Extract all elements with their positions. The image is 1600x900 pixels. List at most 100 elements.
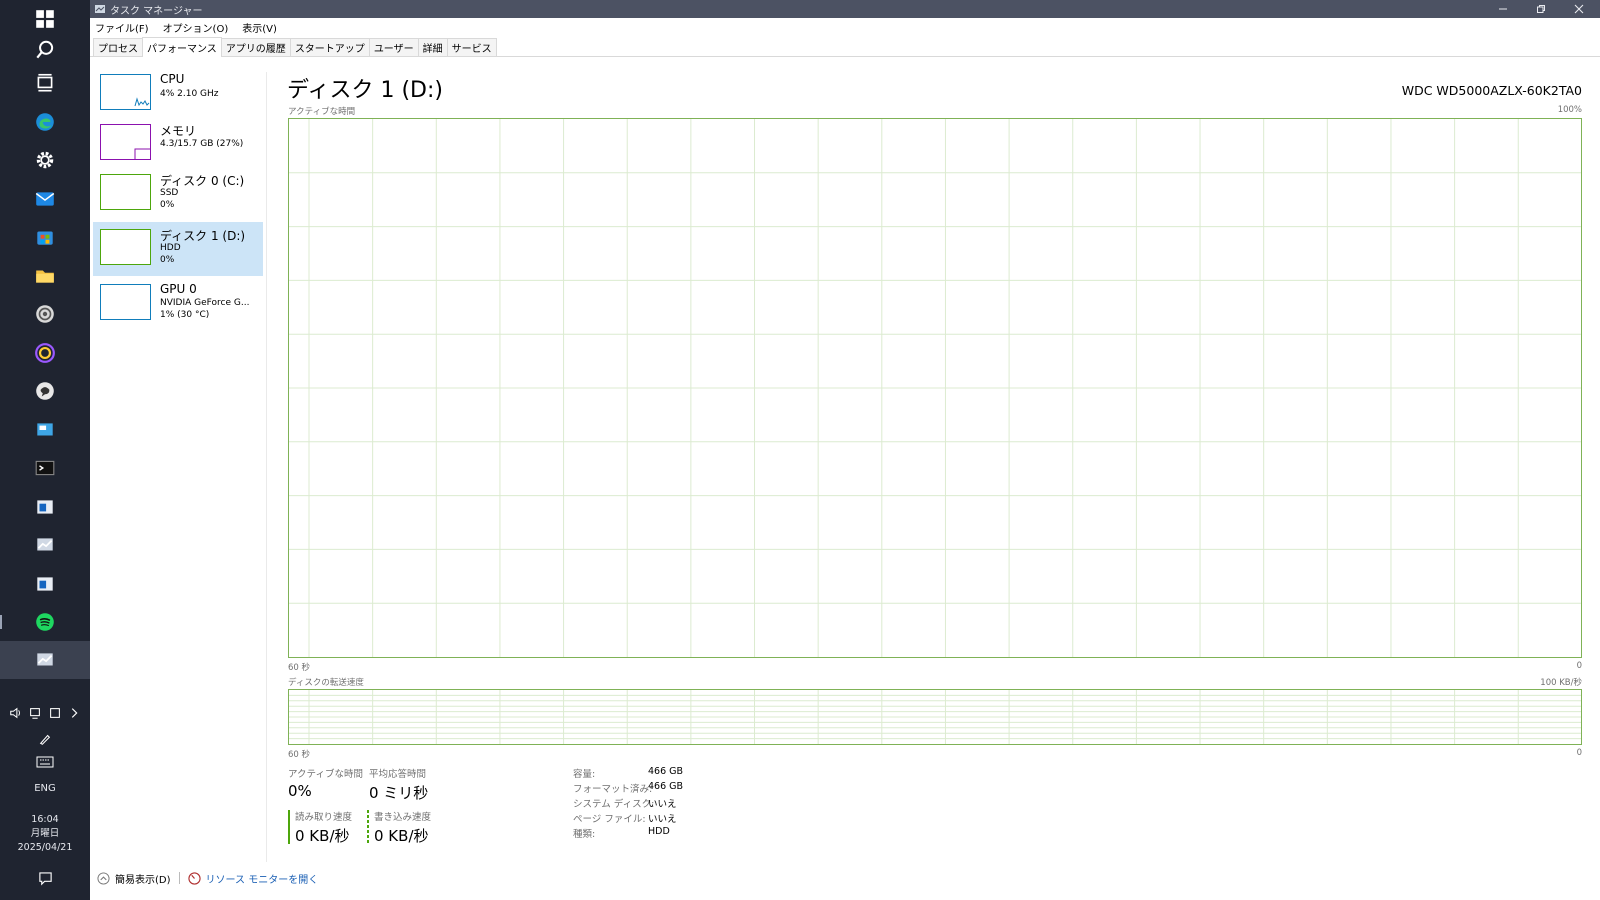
device-model: WDC WD5000AZLX-60K2TA0 <box>1401 83 1582 98</box>
input-language-indicator[interactable]: ENG <box>0 780 90 796</box>
side-item-type: HDD <box>160 243 181 253</box>
clock-time: 16:04 <box>31 814 59 825</box>
side-item-cpu[interactable]: CPU 4% 2.10 GHz <box>93 67 263 121</box>
info-formatted-value: 466 GB <box>648 781 684 792</box>
edge-browser-icon[interactable] <box>0 103 90 141</box>
microsoft-store-icon[interactable] <box>0 218 90 256</box>
menu-bar: ファイル(F) オプション(O) 表示(V) <box>90 18 1600 36</box>
tab-users[interactable]: ユーザー <box>368 38 419 56</box>
graph2-max-label: 100 KB/秒 <box>1540 678 1582 688</box>
task-manager-active-icon[interactable] <box>0 641 90 679</box>
keyboard-icon[interactable] <box>0 754 90 770</box>
close-button[interactable] <box>1560 0 1598 18</box>
graph2-right-axis-label: 0 <box>1576 748 1582 758</box>
side-item-usage: 0% <box>160 255 175 265</box>
gpu-thumbnail-graph <box>100 284 151 320</box>
menu-view[interactable]: 表示(V) <box>242 20 277 35</box>
info-capacity-label: 容量: <box>573 769 596 780</box>
graph1-label: アクティブな時間 <box>288 107 356 117</box>
read-rate-label: 読み取り速度 <box>295 812 353 823</box>
side-divider <box>266 72 267 862</box>
memory-thumbnail-graph <box>100 124 151 160</box>
side-item-detail: 4% 2.10 GHz <box>160 89 219 99</box>
task-manager-icon[interactable] <box>0 526 90 564</box>
window-app-icon-2[interactable] <box>0 565 90 603</box>
terminal-icon[interactable] <box>0 449 90 487</box>
info-system-disk-label: システム ディスク: <box>573 799 655 810</box>
graph2-left-axis-label: 60 秒 <box>288 750 311 760</box>
window-app-icon[interactable] <box>0 488 90 526</box>
tab-processes[interactable]: プロセス <box>93 38 143 56</box>
side-item-title: メモリ <box>160 124 197 138</box>
side-item-title: ディスク 1 (D:) <box>160 229 246 243</box>
chat-app-icon[interactable] <box>0 372 90 410</box>
system-tray-row <box>0 702 90 724</box>
tab-performance[interactable]: パフォーマンス <box>142 37 222 57</box>
info-page-file-value: いいえ <box>648 814 677 825</box>
side-item-title: ディスク 0 (C:) <box>160 174 245 188</box>
side-item-title: GPU 0 <box>160 282 197 296</box>
volume-icon[interactable] <box>9 706 23 720</box>
side-item-memory[interactable]: メモリ 4.3/15.7 GB (27%) <box>93 117 263 171</box>
menu-file[interactable]: ファイル(F) <box>95 20 149 35</box>
active-time-value: 0% <box>288 782 312 800</box>
info-system-disk-value: いいえ <box>648 799 677 810</box>
side-item-disk-1[interactable]: ディスク 1 (D:) HDD 0% <box>93 222 263 276</box>
pen-icon[interactable] <box>0 730 90 748</box>
transfer-rate-graph <box>288 689 1582 745</box>
read-rate-legend-bar <box>288 810 290 844</box>
cpu-thumbnail-graph <box>100 74 151 110</box>
graph1-left-axis-label: 60 秒 <box>288 663 311 673</box>
mail-icon[interactable] <box>0 180 90 218</box>
battery-icon[interactable] <box>48 706 62 720</box>
tab-app-history[interactable]: アプリの履歴 <box>220 38 291 56</box>
side-item-detail: NVIDIA GeForce G... <box>160 298 250 308</box>
avg-response-label: 平均応答時間 <box>369 769 427 780</box>
read-rate-value: 0 KB/秒 <box>295 827 350 845</box>
spotify-icon[interactable] <box>0 603 90 641</box>
info-type-label: 種類: <box>573 829 596 840</box>
minimize-button[interactable] <box>1484 0 1522 18</box>
chevron-up-circle-icon[interactable] <box>97 871 110 885</box>
page-title: ディスク 1 (D:) <box>287 78 443 103</box>
side-item-gpu-0[interactable]: GPU 0 NVIDIA GeForce G... 1% (30 °C) <box>93 277 263 331</box>
network-icon[interactable] <box>28 706 42 720</box>
footer-separator <box>178 872 180 884</box>
compact-view-button[interactable]: 簡易表示(D) <box>115 871 171 886</box>
title-bar[interactable]: タスク マネージャー <box>90 0 1600 18</box>
ring-app-icon[interactable] <box>0 334 90 372</box>
active-time-graph <box>288 118 1582 658</box>
task-view-icon[interactable] <box>0 64 90 102</box>
graph2-label: ディスクの転送速度 <box>288 678 364 688</box>
remote-desktop-icon[interactable] <box>0 411 90 449</box>
disk1-thumbnail-graph <box>100 229 151 265</box>
side-item-usage: 1% (30 °C) <box>160 310 210 320</box>
restore-button[interactable] <box>1522 0 1560 18</box>
graph1-right-axis-label: 0 <box>1576 661 1582 671</box>
settings-gear-icon[interactable] <box>0 141 90 179</box>
notification-center-icon[interactable] <box>0 868 90 888</box>
side-item-disk-0[interactable]: ディスク 0 (C:) SSD 0% <box>93 167 263 221</box>
tab-services[interactable]: サービス <box>446 38 497 56</box>
performance-side-list: CPU 4% 2.10 GHz メモリ 4.3/15.7 GB (27%) ディ… <box>90 60 266 860</box>
resource-monitor-icon[interactable] <box>187 871 201 885</box>
menu-options[interactable]: オプション(O) <box>163 20 229 35</box>
tab-bar: プロセス パフォーマンス アプリの履歴 スタートアップ ユーザー 詳細 サービス <box>90 37 1600 57</box>
graph1-max-label: 100% <box>1557 105 1582 115</box>
file-explorer-icon[interactable] <box>0 257 90 295</box>
tab-details[interactable]: 詳細 <box>417 38 448 56</box>
open-resource-monitor-link[interactable]: リソース モニターを開く <box>206 871 319 886</box>
side-item-usage: 0% <box>160 200 175 210</box>
tab-startup[interactable]: スタートアップ <box>289 38 370 56</box>
info-capacity-value: 466 GB <box>648 766 684 777</box>
active-time-label: アクティブな時間 <box>288 769 363 780</box>
footer: 簡易表示(D) リソース モニターを開く <box>90 866 1600 890</box>
window-title: タスク マネージャー <box>110 5 203 17</box>
info-type-value: HDD <box>648 826 670 837</box>
write-rate-legend-bar <box>367 810 369 844</box>
app-swirl-icon[interactable] <box>0 295 90 333</box>
clock-date: 2025/04/21 <box>17 842 73 853</box>
taskbar: ENG 16:04 月曜日 2025/04/21 <box>0 0 90 900</box>
clock[interactable]: 16:04 月曜日 2025/04/21 <box>0 812 90 856</box>
chevron-right-icon[interactable] <box>67 706 81 720</box>
